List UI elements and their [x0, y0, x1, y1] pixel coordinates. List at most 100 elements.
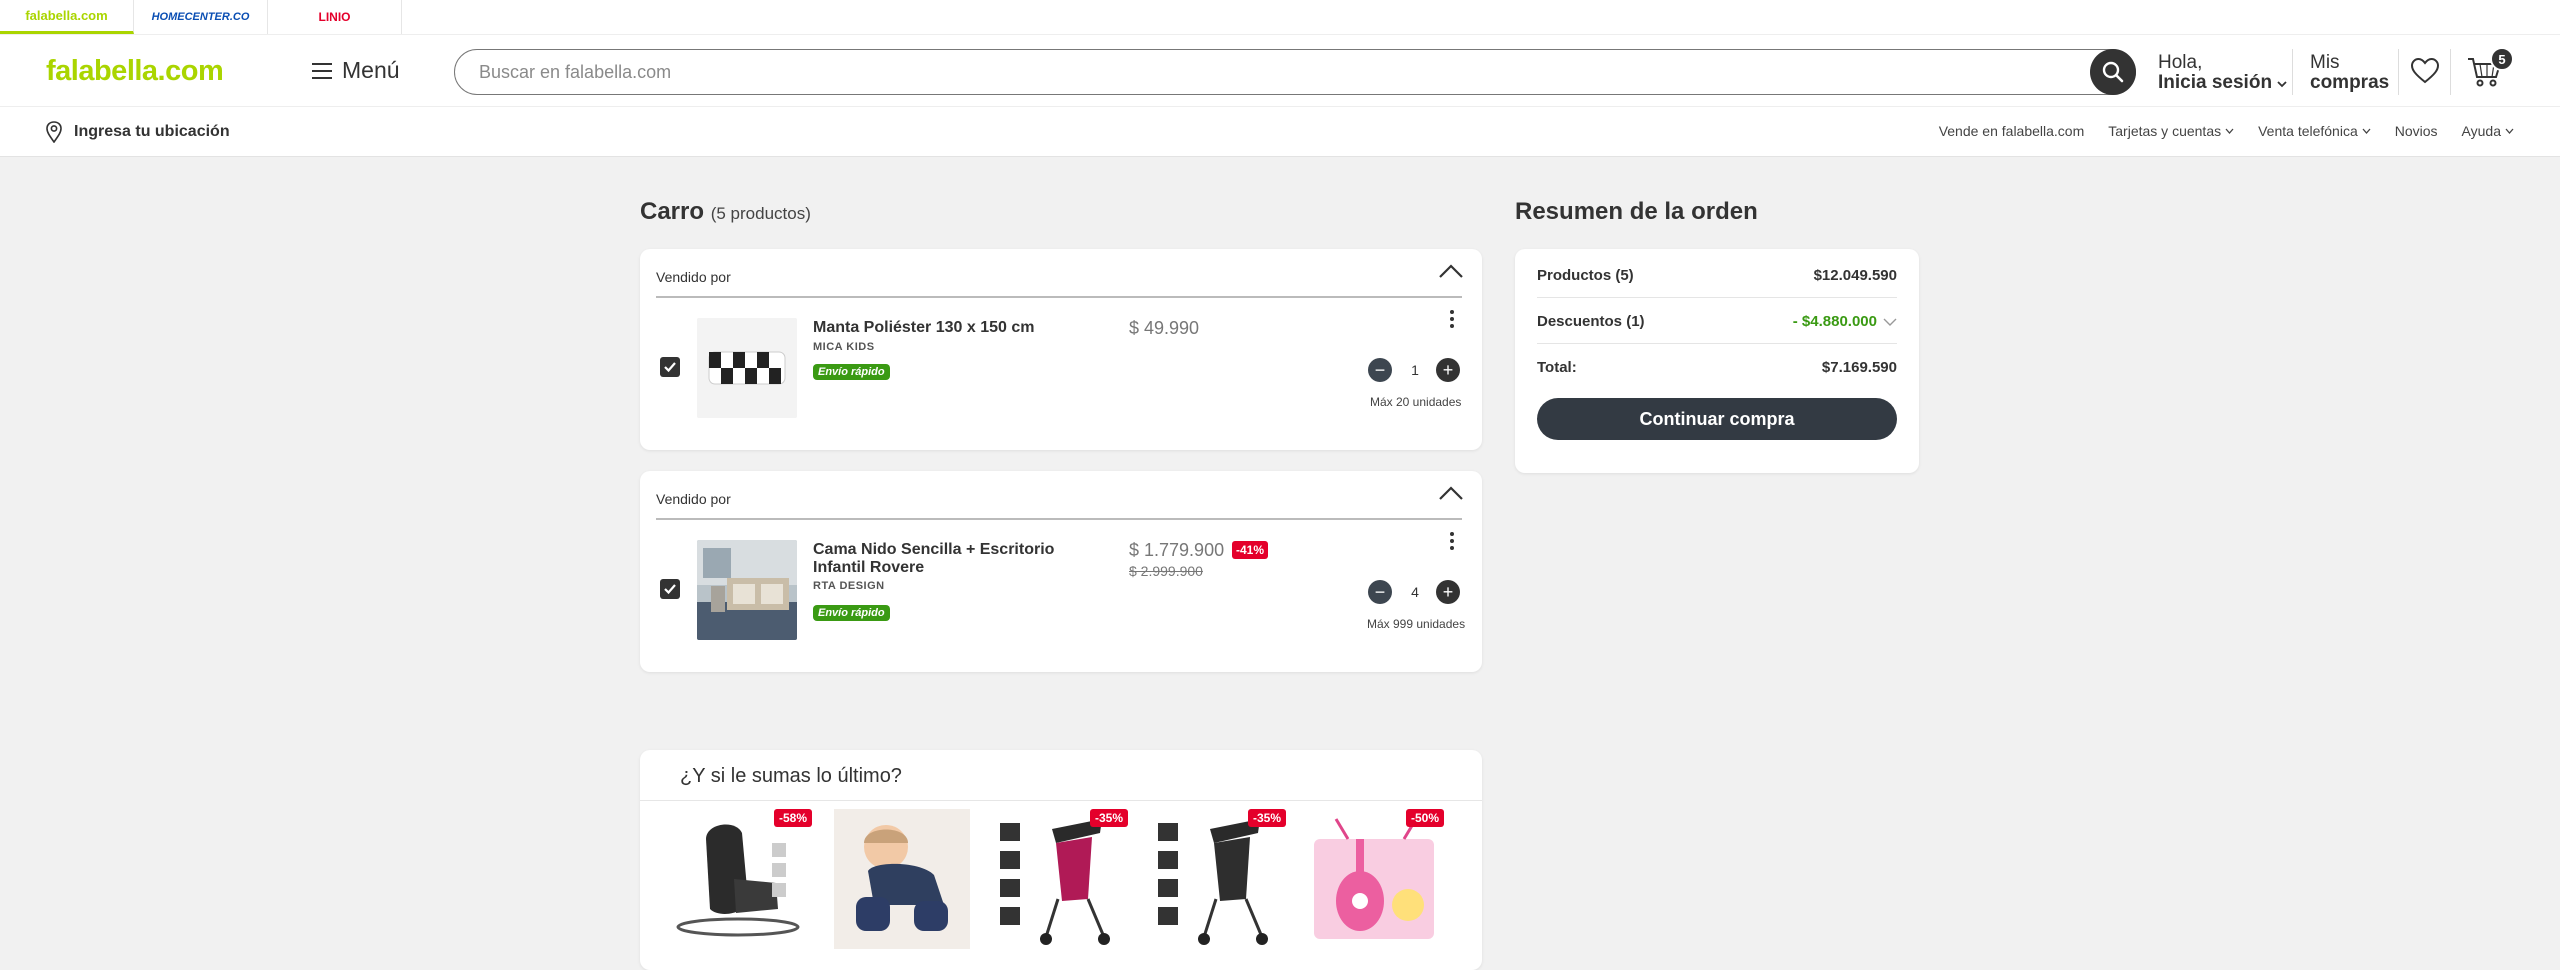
collapse-button[interactable] — [1438, 263, 1464, 284]
decrease-quantity-button[interactable]: − — [1368, 358, 1392, 382]
wishlist-button[interactable] — [2410, 57, 2440, 90]
chevron-up-icon — [1439, 486, 1463, 500]
baby-knee-pads-image — [834, 809, 970, 949]
recommended-product[interactable]: -50% — [1308, 809, 1444, 949]
product-brand: RTA DESIGN — [813, 580, 885, 592]
heart-icon — [2410, 57, 2440, 84]
my-purchases-link[interactable]: Mis compras — [2310, 53, 2389, 93]
login-menu[interactable]: Hola, Inicia sesión — [2158, 53, 2287, 93]
search-icon — [2102, 61, 2124, 83]
bed-desk-image — [697, 540, 797, 640]
greeting-text: Hola, — [2158, 52, 2203, 73]
location-pin-icon — [46, 121, 62, 143]
quantity-value: 1 — [1411, 362, 1419, 378]
total-value: $7.169.590 — [1821, 359, 1897, 376]
seller-label: Vendido por — [656, 491, 731, 507]
phone-sales-link[interactable]: Venta telefónica — [2258, 123, 2371, 139]
search-input[interactable] — [479, 61, 2090, 83]
chevron-down-icon — [1883, 318, 1897, 326]
summary-products-row: Productos (5) $12.049.590 — [1537, 267, 1897, 284]
more-options-button[interactable] — [1450, 310, 1454, 328]
total-label: Total: — [1537, 359, 1577, 376]
cards-link[interactable]: Tarjetas y cuentas — [2108, 123, 2234, 139]
product-image[interactable] — [697, 318, 797, 418]
site-logo[interactable]: falabella.com — [46, 55, 224, 88]
checkmark-icon — [664, 362, 676, 373]
recommended-product[interactable]: -58% — [676, 809, 812, 949]
help-link[interactable]: Ayuda — [2462, 123, 2514, 139]
cart-count-badge: 5 — [2490, 47, 2514, 71]
recommended-product[interactable]: -35% — [992, 809, 1128, 949]
menu-label: Menú — [342, 57, 400, 83]
products-value: $12.049.590 — [1813, 267, 1897, 284]
gift-registry-link[interactable]: Novios — [2395, 123, 2438, 139]
discounts-label: Descuentos (1) — [1537, 313, 1645, 330]
main-header: falabella.com Menú Hola, Inicia sesión M… — [0, 35, 2560, 107]
stroller-pink-image — [992, 809, 1128, 949]
checkmark-icon — [664, 584, 676, 595]
hamburger-icon — [312, 62, 332, 79]
toy-guitar-image — [1308, 809, 1444, 949]
seller-label: Vendido por — [656, 269, 731, 285]
brand-strip: falabella.com HOMECENTER.CO LINIO — [0, 0, 2560, 35]
item-checkbox[interactable] — [660, 579, 680, 599]
max-units-label: Máx 999 unidades — [1367, 617, 1466, 631]
max-units-label: Máx 20 unidades — [1370, 395, 1462, 409]
menu-button[interactable]: Menú — [312, 57, 400, 84]
product-name[interactable]: Manta Poliéster 130 x 150 cm — [813, 319, 1103, 337]
product-price: $ 1.779.900 — [1129, 540, 1225, 560]
discount-badge: -50% — [1405, 809, 1444, 827]
fast-shipping-badge: Envío rápido — [813, 364, 890, 380]
summary-title: Resumen de la orden — [1515, 198, 1758, 225]
purchases-line1: Mis — [2310, 52, 2340, 73]
search-button[interactable] — [2090, 49, 2136, 95]
recommendations-title: ¿Y si le sumas lo último? — [680, 765, 902, 787]
cart-group: Vendido por Cama Nido Sencilla + Escrito… — [640, 471, 1482, 672]
chevron-up-icon — [1439, 264, 1463, 278]
item-checkbox[interactable] — [660, 357, 680, 377]
decrease-quantity-button[interactable]: − — [1368, 580, 1392, 604]
summary-total-row: Total: $7.169.590 — [1537, 359, 1897, 376]
chevron-down-icon — [2362, 128, 2371, 134]
quantity-value: 4 — [1411, 584, 1419, 600]
divider — [2398, 49, 2399, 95]
products-label: Productos (5) — [1537, 267, 1634, 284]
discount-badge: -41% — [1232, 541, 1269, 559]
chevron-down-icon — [2277, 81, 2287, 88]
utility-links: Vende en falabella.com Tarjetas y cuenta… — [1939, 123, 2514, 139]
fast-shipping-badge: Envío rápido — [813, 605, 890, 621]
discount-badge: -58% — [773, 809, 812, 827]
original-price: $ 2.999.900 — [1129, 563, 1203, 579]
chevron-down-icon — [2225, 128, 2234, 134]
product-price: $ 49.990 — [1129, 318, 1200, 338]
divider — [2292, 49, 2293, 95]
cart-title: Carro (5 productos) — [640, 198, 811, 225]
location-selector[interactable]: Ingresa tu ubicación — [46, 121, 230, 143]
summary-discounts-row[interactable]: Descuentos (1) - $4.880.000 — [1537, 313, 1897, 330]
brand-tab-linio[interactable]: LINIO — [268, 0, 402, 34]
increase-quantity-button[interactable]: + — [1436, 358, 1460, 382]
recommended-product[interactable] — [834, 809, 970, 949]
purchases-line2: compras — [2310, 72, 2390, 93]
sell-link[interactable]: Vende en falabella.com — [1939, 123, 2085, 139]
car-seat-image — [676, 809, 812, 949]
collapse-button[interactable] — [1438, 485, 1464, 506]
product-image[interactable] — [697, 540, 797, 640]
cart-group: Vendido por Manta Poliéster 130 x 150 cm… — [640, 249, 1482, 450]
cart-count-label: (5 productos) — [710, 204, 811, 223]
location-label: Ingresa tu ubicación — [74, 123, 230, 140]
product-name[interactable]: Cama Nido Sencilla + Escritorio Infantil… — [813, 541, 1103, 577]
divider — [2450, 49, 2451, 95]
stroller-black-image — [1150, 809, 1286, 949]
more-options-button[interactable] — [1450, 532, 1454, 550]
recommended-product[interactable]: -35% — [1150, 809, 1286, 949]
discounts-value: - $4.880.000 — [1792, 313, 1877, 330]
brand-tab-homecenter[interactable]: HOMECENTER.CO — [134, 0, 268, 34]
sub-navigation: Ingresa tu ubicación Vende en falabella.… — [0, 107, 2560, 157]
brand-tab-falabella[interactable]: falabella.com — [0, 0, 134, 34]
chevron-down-icon — [2505, 128, 2514, 134]
blanket-image — [697, 318, 797, 418]
increase-quantity-button[interactable]: + — [1436, 580, 1460, 604]
discount-badge: -35% — [1247, 809, 1286, 827]
continue-purchase-button[interactable]: Continuar compra — [1537, 398, 1897, 440]
